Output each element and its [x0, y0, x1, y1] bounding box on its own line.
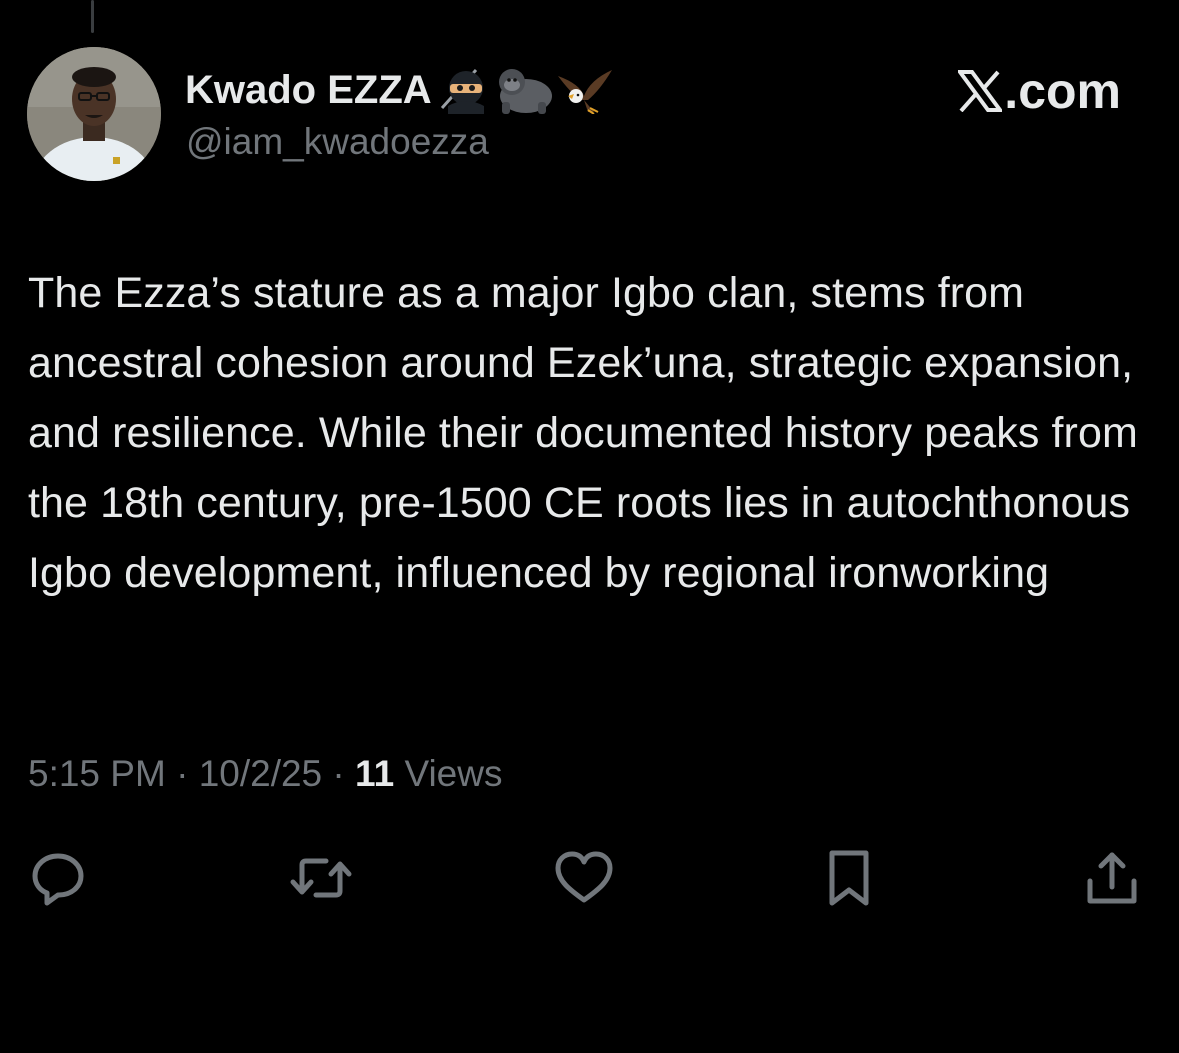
- tweet-time[interactable]: 5:15 PM: [28, 753, 166, 794]
- meta-separator: ·: [322, 753, 356, 794]
- x-logo-icon: [958, 70, 1003, 112]
- heart-icon: [555, 851, 613, 903]
- ninja-emoji-icon: [440, 68, 484, 114]
- avatar[interactable]: [27, 47, 161, 181]
- like-button[interactable]: [551, 845, 617, 911]
- reply-icon: [32, 853, 84, 906]
- meta-separator: ·: [165, 753, 199, 794]
- eagle-emoji-icon: [557, 70, 612, 114]
- tweet-action-bar: [0, 845, 1179, 915]
- x-com-watermark: .com: [958, 62, 1121, 120]
- share-button[interactable]: [1079, 845, 1145, 911]
- views-label: Views: [404, 753, 503, 794]
- thread-connector-line: [91, 0, 94, 33]
- author-name-text: Kwado EZZA: [185, 67, 432, 112]
- reply-button[interactable]: [25, 845, 91, 911]
- watermark-text: .com: [1004, 63, 1121, 119]
- tweet-meta: 5:15 PM · 10/2/25 · 11 Views: [28, 753, 502, 795]
- profile-photo-icon: [27, 47, 161, 181]
- tweet-date[interactable]: 10/2/25: [199, 753, 322, 794]
- gorilla-emoji-icon: [498, 69, 552, 114]
- bookmark-button[interactable]: [816, 845, 882, 911]
- tweet-text: The Ezza’s stature as a major Igbo clan,…: [28, 269, 1138, 597]
- bookmark-icon: [829, 850, 869, 906]
- author-display-name[interactable]: Kwado EZZA: [185, 66, 614, 114]
- share-icon: [1087, 852, 1137, 904]
- repost-button[interactable]: [288, 845, 354, 911]
- name-emojis: [436, 66, 614, 114]
- repost-icon: [290, 858, 352, 898]
- author-handle[interactable]: @iam_kwadoezza: [186, 121, 489, 163]
- views-count: 11: [355, 753, 395, 794]
